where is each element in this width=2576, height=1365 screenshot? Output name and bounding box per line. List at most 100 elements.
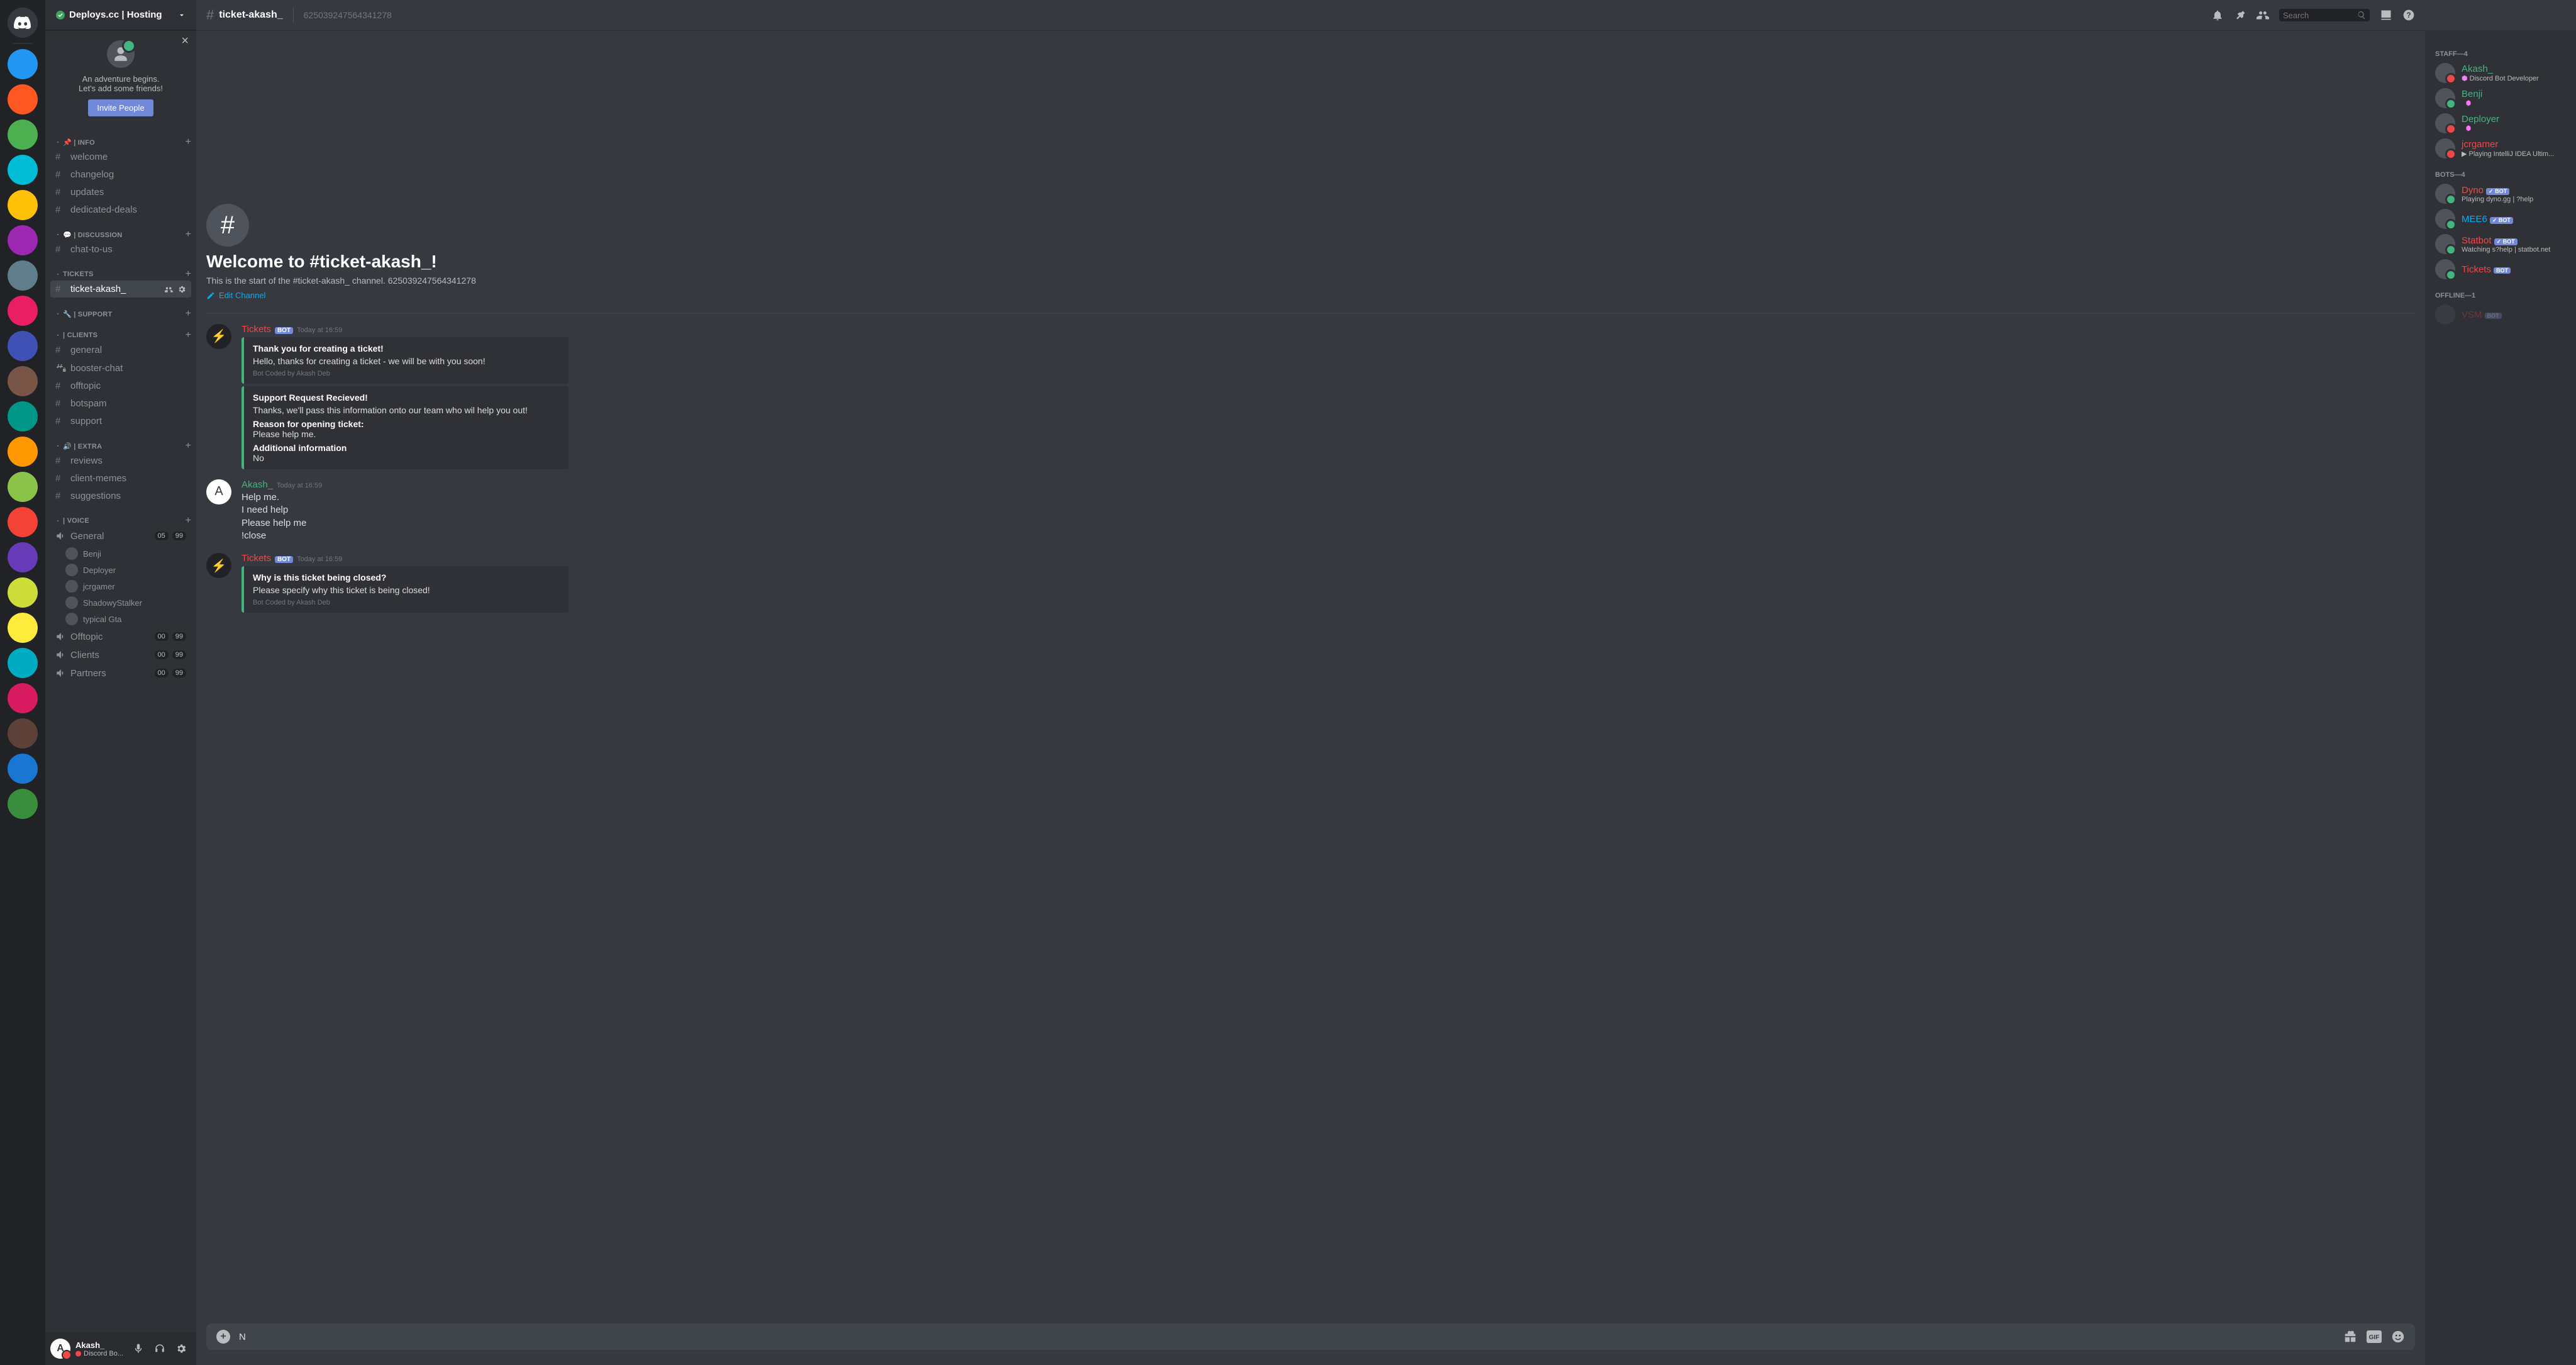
server-0[interactable] (8, 49, 38, 79)
emoji-icon[interactable] (2391, 1330, 2405, 1344)
close-icon[interactable]: × (181, 34, 189, 48)
channel-ticket-akash_[interactable]: #ticket-akash_ (50, 281, 191, 298)
server-7[interactable] (8, 296, 38, 326)
server-5[interactable] (8, 225, 38, 255)
category-3[interactable]: 🔧 | SUPPORT+ (45, 298, 196, 320)
gear-icon[interactable] (177, 285, 186, 294)
message-author[interactable]: Tickets (242, 324, 271, 335)
member-tickets[interactable]: TicketsBOT (2430, 257, 2571, 282)
channel-botspam[interactable]: #botspam (50, 395, 191, 412)
add-channel-button[interactable]: + (186, 308, 191, 320)
message-scroll[interactable]: # Welcome to #ticket-akash_! This is the… (196, 30, 2425, 1323)
self-avatar[interactable]: A (50, 1339, 70, 1359)
gift-icon[interactable] (2343, 1330, 2357, 1344)
channel-offtopic[interactable]: #offtopic (50, 377, 191, 394)
channel-Clients[interactable]: Clients0099 (50, 646, 191, 664)
invite-people-button[interactable]: Invite People (88, 99, 153, 116)
server-20[interactable] (8, 754, 38, 784)
server-21[interactable] (8, 789, 38, 819)
server-17[interactable] (8, 648, 38, 678)
voice-user[interactable]: Benji (60, 545, 196, 562)
server-12[interactable] (8, 472, 38, 502)
member-statbot[interactable]: Statbot✓ BOTWatching s?help | statbot.ne… (2430, 231, 2571, 257)
settings-button[interactable] (171, 1339, 191, 1359)
server-6[interactable] (8, 260, 38, 291)
channel-dedicated-deals[interactable]: #dedicated-deals (50, 201, 191, 218)
message-author[interactable]: Akash_ (242, 479, 273, 490)
member-dyno[interactable]: Dyno✓ BOTPlaying dyno.gg | ?help (2430, 181, 2571, 206)
avatar[interactable]: ⚡ (206, 324, 231, 349)
member-benji[interactable]: Benji (2430, 86, 2571, 111)
channel-booster-chat[interactable]: booster-chat (50, 359, 191, 377)
server-13[interactable] (8, 507, 38, 537)
member-mee6[interactable]: MEE6✓ BOT (2430, 206, 2571, 231)
search-input[interactable] (2283, 11, 2357, 20)
add-channel-button[interactable]: + (186, 515, 191, 526)
channel-changelog[interactable]: #changelog (50, 166, 191, 183)
member-akash_[interactable]: Akash_⬢ Discord Bot Developer (2430, 60, 2571, 86)
server-16[interactable] (8, 613, 38, 643)
category-2[interactable]: TICKETS+ (45, 259, 196, 280)
avatar[interactable]: A (206, 479, 231, 504)
member-deployer[interactable]: Deployer (2430, 111, 2571, 136)
edit-channel-button[interactable]: Edit Channel (206, 291, 265, 300)
attach-button[interactable]: + (216, 1330, 230, 1344)
pinned-icon[interactable] (2234, 9, 2246, 21)
server-19[interactable] (8, 718, 38, 749)
channel-updates[interactable]: #updates (50, 184, 191, 201)
home-button[interactable] (8, 8, 38, 38)
server-15[interactable] (8, 577, 38, 608)
gif-icon[interactable]: GIF (2366, 1330, 2382, 1344)
category-4[interactable]: | CLIENTS+ (45, 320, 196, 341)
server-2[interactable] (8, 120, 38, 150)
deafen-button[interactable] (150, 1339, 170, 1359)
embed-title: Why is this ticket being closed? (253, 572, 560, 582)
message-input[interactable] (239, 1332, 2334, 1342)
channel-General[interactable]: General0599 (50, 527, 191, 545)
channel-suggestions[interactable]: #suggestions (50, 488, 191, 504)
avatar (2435, 184, 2455, 204)
server-9[interactable] (8, 366, 38, 396)
voice-user[interactable]: typical Gta (60, 611, 196, 627)
category-1[interactable]: 💬 | DISCUSSION+ (45, 219, 196, 240)
server-8[interactable] (8, 331, 38, 361)
channel-chat-to-us[interactable]: #chat-to-us (50, 241, 191, 258)
channel-client-memes[interactable]: #client-memes (50, 470, 191, 487)
server-3[interactable] (8, 155, 38, 185)
category-0[interactable]: 📌 | INFO+ (45, 126, 196, 148)
channel-general[interactable]: #general (50, 342, 191, 359)
channel-Offtopic[interactable]: Offtopic0099 (50, 628, 191, 645)
notifications-icon[interactable] (2211, 9, 2224, 21)
server-1[interactable] (8, 84, 38, 114)
server-4[interactable] (8, 190, 38, 220)
voice-user[interactable]: Deployer (60, 562, 196, 578)
server-14[interactable] (8, 542, 38, 572)
invite-icon[interactable] (165, 285, 174, 294)
add-channel-button[interactable]: + (186, 269, 191, 280)
channel-welcome[interactable]: #welcome (50, 148, 191, 165)
category-6[interactable]: | VOICE+ (45, 505, 196, 526)
channel-Partners[interactable]: Partners0099 (50, 664, 191, 682)
inbox-icon[interactable] (2380, 9, 2392, 21)
add-channel-button[interactable]: + (186, 136, 191, 148)
voice-user[interactable]: jcrgamer (60, 578, 196, 594)
search-box[interactable] (2279, 9, 2370, 21)
add-channel-button[interactable]: + (186, 330, 191, 341)
add-channel-button[interactable]: + (186, 440, 191, 452)
server-header[interactable]: Deploys.cc | Hosting (45, 0, 196, 30)
member-vsm[interactable]: VSMBOT (2430, 302, 2571, 327)
mute-button[interactable] (128, 1339, 148, 1359)
server-18[interactable] (8, 683, 38, 713)
server-11[interactable] (8, 437, 38, 467)
add-channel-button[interactable]: + (186, 229, 191, 240)
server-10[interactable] (8, 401, 38, 432)
avatar[interactable]: ⚡ (206, 553, 231, 578)
member-jcrgamer[interactable]: jcrgamer▶ Playing IntelliJ IDEA Ultim... (2430, 136, 2571, 161)
message-author[interactable]: Tickets (242, 553, 271, 564)
channel-support[interactable]: #support (50, 413, 191, 430)
voice-user[interactable]: ShadowyStalker (60, 594, 196, 611)
members-icon[interactable] (2257, 9, 2269, 21)
channel-reviews[interactable]: #reviews (50, 452, 191, 469)
help-icon[interactable]: ? (2402, 9, 2415, 21)
category-5[interactable]: 🔊 | EXTRA+ (45, 430, 196, 452)
